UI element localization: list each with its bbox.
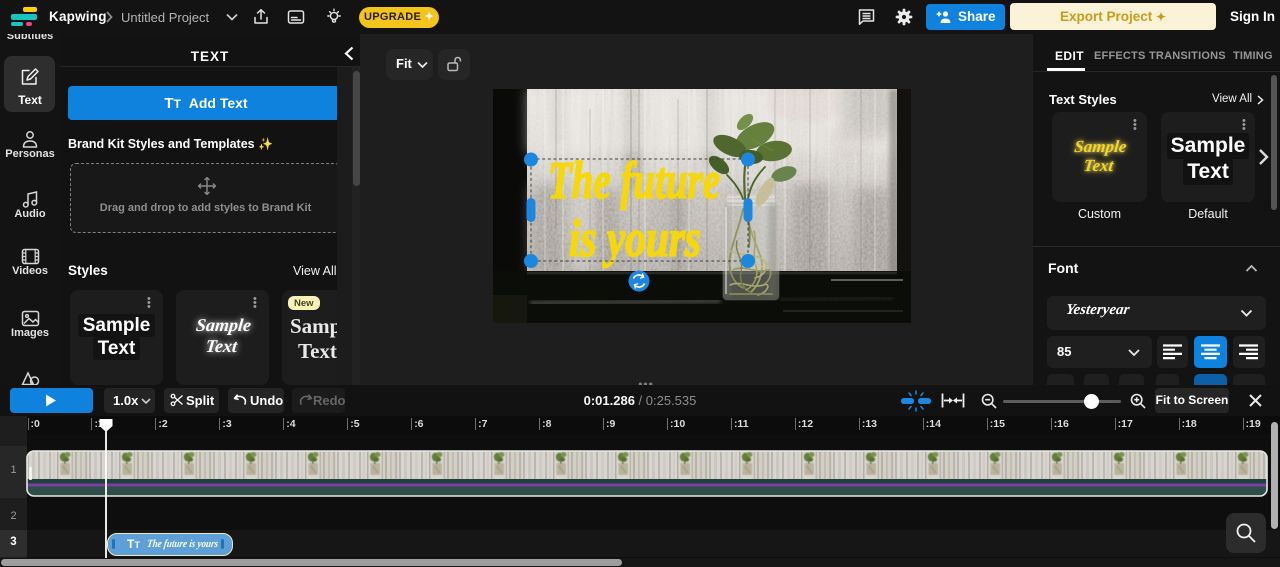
svg-text:The future: The future [548, 152, 720, 210]
svg-text:is yours: is yours [569, 210, 701, 268]
